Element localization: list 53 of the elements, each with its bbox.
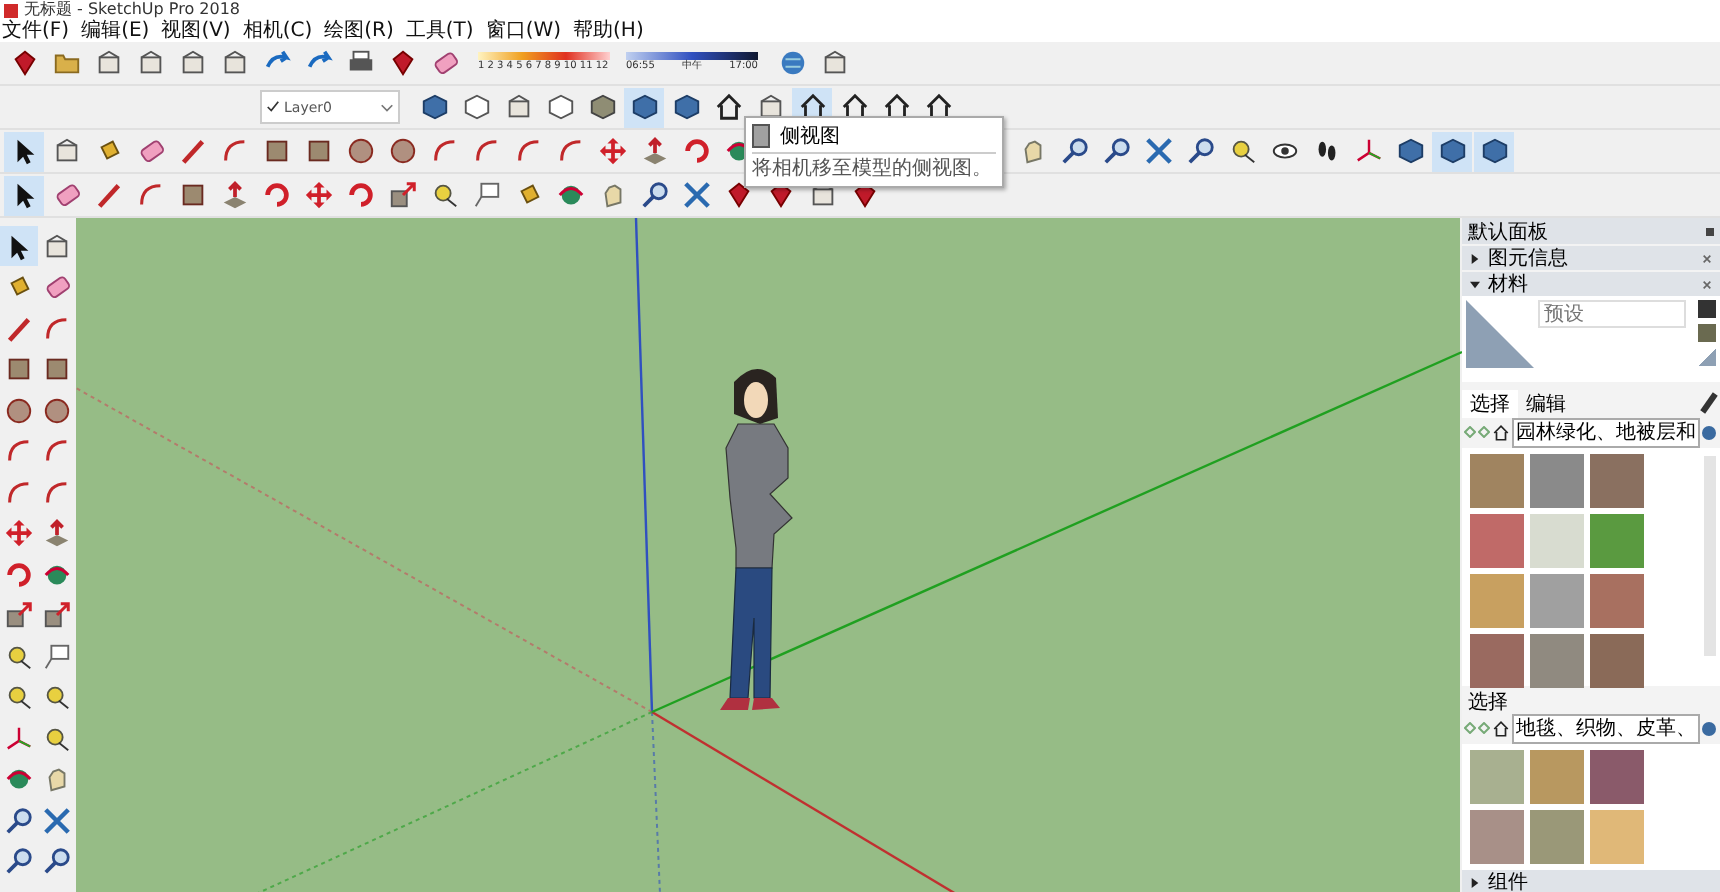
texture-swatch[interactable] [1530,809,1584,864]
menu-item[interactable]: 绘图(R) [324,20,394,42]
collection-dropdown[interactable]: 地毯、织物、皮革、 [1512,713,1700,744]
menu-item[interactable]: 编辑(E) [81,20,150,42]
menu-item[interactable]: 文件(F) [2,20,70,42]
cursor-icon[interactable] [4,131,44,171]
panel-section-header[interactable]: 材料 [1462,272,1720,296]
texture-swatch[interactable] [1470,633,1524,688]
menu-item[interactable]: 视图(V) [161,20,231,42]
window-title: 无标题 - SketchUp Pro 2018 [24,0,240,19]
house-icon[interactable] [1492,423,1510,442]
scrollbar[interactable] [1704,455,1716,656]
texture-swatch[interactable] [1590,809,1644,864]
panel-section-header[interactable]: 组件 [1462,870,1720,892]
texture-swatch[interactable] [1590,749,1644,804]
cursor-icon[interactable] [0,226,38,266]
texture-swatch[interactable] [1530,633,1584,688]
texture-swatch[interactable] [1470,453,1524,508]
close-icon[interactable] [1702,279,1712,289]
panel-section-header[interactable]: 图元信息 [1462,246,1720,270]
collection-dropdown[interactable]: 园林绿化、地被层和 [1512,417,1700,448]
texture-swatch[interactable] [1470,749,1524,804]
texture-swatch[interactable] [1470,809,1524,864]
dropdown-caret-icon [380,100,394,114]
tooltip-description: 将相机移至模型的侧视图。 [752,156,994,182]
texture-swatch[interactable] [1530,573,1584,628]
texture-swatch[interactable] [1530,513,1584,568]
texture-swatch[interactable] [1530,749,1584,804]
cursor-icon[interactable] [4,175,44,215]
texture-swatch[interactable] [1470,513,1524,568]
texture-swatch[interactable] [1470,573,1524,628]
close-icon[interactable] [1702,253,1712,263]
texture-swatch[interactable] [1530,453,1584,508]
texture-swatch[interactable] [1590,453,1644,508]
panel-tab[interactable]: 选择 [1462,389,1518,418]
tray-title: 默认面板 [1468,219,1548,245]
menu-item[interactable]: 工具(T) [405,20,474,42]
tooltip-title: 侧视图 [780,123,840,150]
texture-swatch[interactable] [1590,573,1644,628]
panel-tab[interactable]: 编辑 [1518,389,1574,418]
app-logo-icon [4,3,18,17]
menu-item[interactable]: 窗口(W) [485,20,562,42]
menu-item[interactable]: 帮助(H) [573,20,644,42]
material-preview [1466,300,1534,368]
material-name-field[interactable]: 预设 [1538,300,1686,328]
menu-item[interactable]: 相机(C) [242,20,313,42]
triangle-swatch-icon[interactable] [1698,348,1716,366]
secondary-select-label: 选择 [1468,691,1508,714]
texture-swatch[interactable] [1590,513,1644,568]
house-icon[interactable] [1492,719,1510,738]
month-color-bar [478,52,610,60]
texture-swatch[interactable] [1590,633,1644,688]
time-color-bar [626,52,758,60]
